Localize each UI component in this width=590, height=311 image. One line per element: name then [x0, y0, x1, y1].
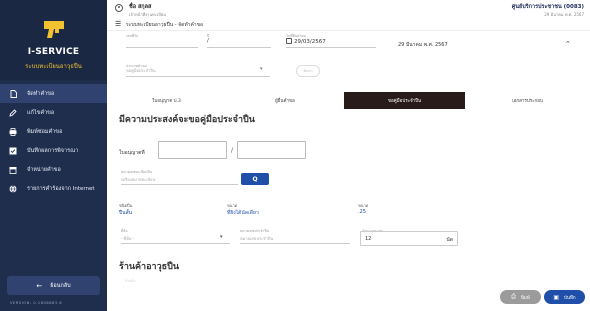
app-title: I-SERVICE: [27, 47, 80, 57]
search-pill-button[interactable]: ค้นหา: [296, 65, 320, 77]
calendar-icon: [286, 38, 292, 44]
sidebar-item-label: บันทึกผลการพิจารณา: [27, 147, 79, 154]
back-button[interactable]: ← ย้อนกลับ: [7, 276, 100, 295]
save-icon: ▣: [553, 293, 560, 301]
sidebar-item-record-result[interactable]: บันทึกผลการพิจารณา: [0, 141, 107, 160]
sidebar-item-reprint[interactable]: พิมพ์ซ่อมคำขอ: [0, 122, 107, 141]
user-department: เจ้าหน้าที่งานทะเบียน: [129, 12, 166, 17]
top-header: ชื่อ สกุลส เจ้าหน้าที่งานทะเบียน ☰ ระบบท…: [107, 0, 590, 31]
gun-type-value: ปืนสั้น: [119, 210, 133, 216]
request-date-field[interactable]: 29/03/2567: [286, 38, 376, 48]
gun-shop-hint: ร้านค้า: [125, 279, 136, 283]
printer-icon: ⎙: [511, 293, 516, 300]
print-button[interactable]: ⎙ พิมพ์: [500, 290, 541, 304]
tab-license[interactable]: ใบอนุญาต ป.3: [107, 92, 226, 109]
license-year-input[interactable]: [237, 141, 306, 159]
request-year-field[interactable]: /: [207, 38, 271, 48]
sidebar: I-SERVICE ระบบทะเบียนอาวุธปืน จัดทำคำขอ …: [0, 0, 107, 311]
version-label: VERSION: 0.1808883.6: [10, 301, 63, 305]
ammunition-quantity-unit: นัด: [446, 237, 453, 243]
section-title-gun-shop: ร้านค้าอาวุธปืน: [119, 262, 179, 272]
search-placeholder: เครื่องหมายทะเบียน: [121, 177, 156, 182]
sidebar-menu: จัดทำคำขอ แก้ไขคำขอ พิมพ์ซ่อมคำขอ บันทึก…: [0, 84, 107, 198]
chevron-up-icon[interactable]: ⌃: [565, 40, 571, 48]
gun-logo-icon: [44, 21, 64, 38]
back-button-label: ย้อนกลับ: [50, 282, 71, 289]
chevron-down-icon: ▾: [220, 234, 223, 240]
globe-icon: [9, 184, 17, 193]
license-separator: /: [231, 147, 234, 154]
sidebar-item-label: จำหน่ายคำขอ: [27, 166, 61, 173]
license-number-label: ใบอนุญาตที่: [119, 150, 145, 156]
user-avatar-icon[interactable]: [115, 4, 123, 12]
print-button-label: พิมพ์: [520, 295, 530, 301]
tab-bar: ใบอนุญาต ป.3 ผู้ยื่นคำขอ ขอคู่มือประจำปื…: [107, 92, 590, 109]
edit-icon: [9, 108, 17, 117]
gun-registration-search-input[interactable]: เครื่องหมายทะเบียน: [121, 172, 238, 185]
request-date-text: 29 มีนาคม พ.ศ. 2567: [398, 42, 448, 48]
tab-documents[interactable]: เอกสารประกอบ: [465, 92, 590, 109]
brand-select-value: --ยี่ห้อ--: [121, 236, 135, 241]
serial-number-placeholder: หมายเลขประจำปืน: [240, 236, 274, 241]
tab-gun-manual[interactable]: ขอคู่มือประจำปืน: [344, 92, 465, 109]
request-date-value: 29/03/2567: [294, 39, 326, 45]
request-type-value: ขอคู่มือประจำปืน: [126, 68, 156, 73]
gun-type-label: ชนิดปืน: [119, 203, 133, 208]
archive-icon: [9, 166, 17, 174]
request-number-field[interactable]: [126, 38, 198, 48]
chevron-down-icon: ▾: [260, 66, 263, 72]
sidebar-item-label: แก้ไขคำขอ: [27, 109, 55, 116]
main-content: เลขที่รับ ปี / วันที่ยื่นคำขอ 29/03/2567…: [107, 31, 590, 311]
brand-select[interactable]: --ยี่ห้อ--: [121, 232, 230, 244]
sidebar-item-label: จัดทำคำขอ: [27, 90, 55, 97]
printer-icon: [9, 127, 17, 136]
ammunition-quantity-input[interactable]: 12 นัด: [360, 231, 458, 246]
hamburger-menu-icon[interactable]: ☰: [115, 20, 121, 28]
app-subtitle: ระบบทะเบียนอาวุธปืน: [25, 63, 82, 70]
tab-applicant[interactable]: ผู้ยื่นคำขอ: [226, 92, 344, 109]
sidebar-item-dispose[interactable]: จำหน่ายคำขอ: [0, 160, 107, 179]
user-name: ชื่อ สกุลส: [129, 4, 152, 10]
serial-number-input[interactable]: หมายเลขประจำปืน: [240, 232, 350, 244]
gun-kind-value: ที่ยิงได้นัดเดียว: [227, 210, 259, 216]
checklist-icon: [9, 147, 17, 155]
section-title: มีความประสงค์จะขอคู่มือประจำปืน: [119, 115, 255, 125]
search-icon: Q: [252, 175, 258, 183]
arrow-left-icon: ←: [36, 281, 43, 290]
sidebar-item-label: รายการคำร้องจาก Internet: [27, 185, 95, 192]
service-center-name: ศูนย์บริการประชาชน (0083): [511, 4, 584, 10]
document-icon: [9, 89, 17, 98]
sidebar-item-label: พิมพ์ซ่อมคำขอ: [27, 128, 63, 135]
sidebar-item-internet-requests[interactable]: รายการคำร้องจาก Internet: [0, 179, 107, 198]
ammunition-quantity-value: 12: [365, 236, 372, 242]
save-button-label: บันทึก: [564, 295, 576, 301]
caliber-label: ขนาด: [358, 203, 369, 208]
header-date: 29 มีนาคม พ.ศ. 2567: [544, 12, 584, 17]
gun-kind-label: ขนาด: [227, 203, 238, 208]
request-type-select[interactable]: ขอคู่มือประจำปืน: [126, 67, 270, 77]
breadcrumb: ระบบทะเบียนอาวุธปืน - จัดทำคำขอ: [126, 22, 204, 28]
license-number-input[interactable]: [158, 141, 227, 159]
sidebar-item-edit[interactable]: แก้ไขคำขอ: [0, 103, 107, 122]
caliber-value: .25: [358, 209, 366, 215]
save-button[interactable]: ▣ บันทึก: [544, 290, 585, 304]
sidebar-item-create[interactable]: จัดทำคำขอ: [0, 84, 107, 103]
search-button[interactable]: Q: [241, 173, 269, 185]
